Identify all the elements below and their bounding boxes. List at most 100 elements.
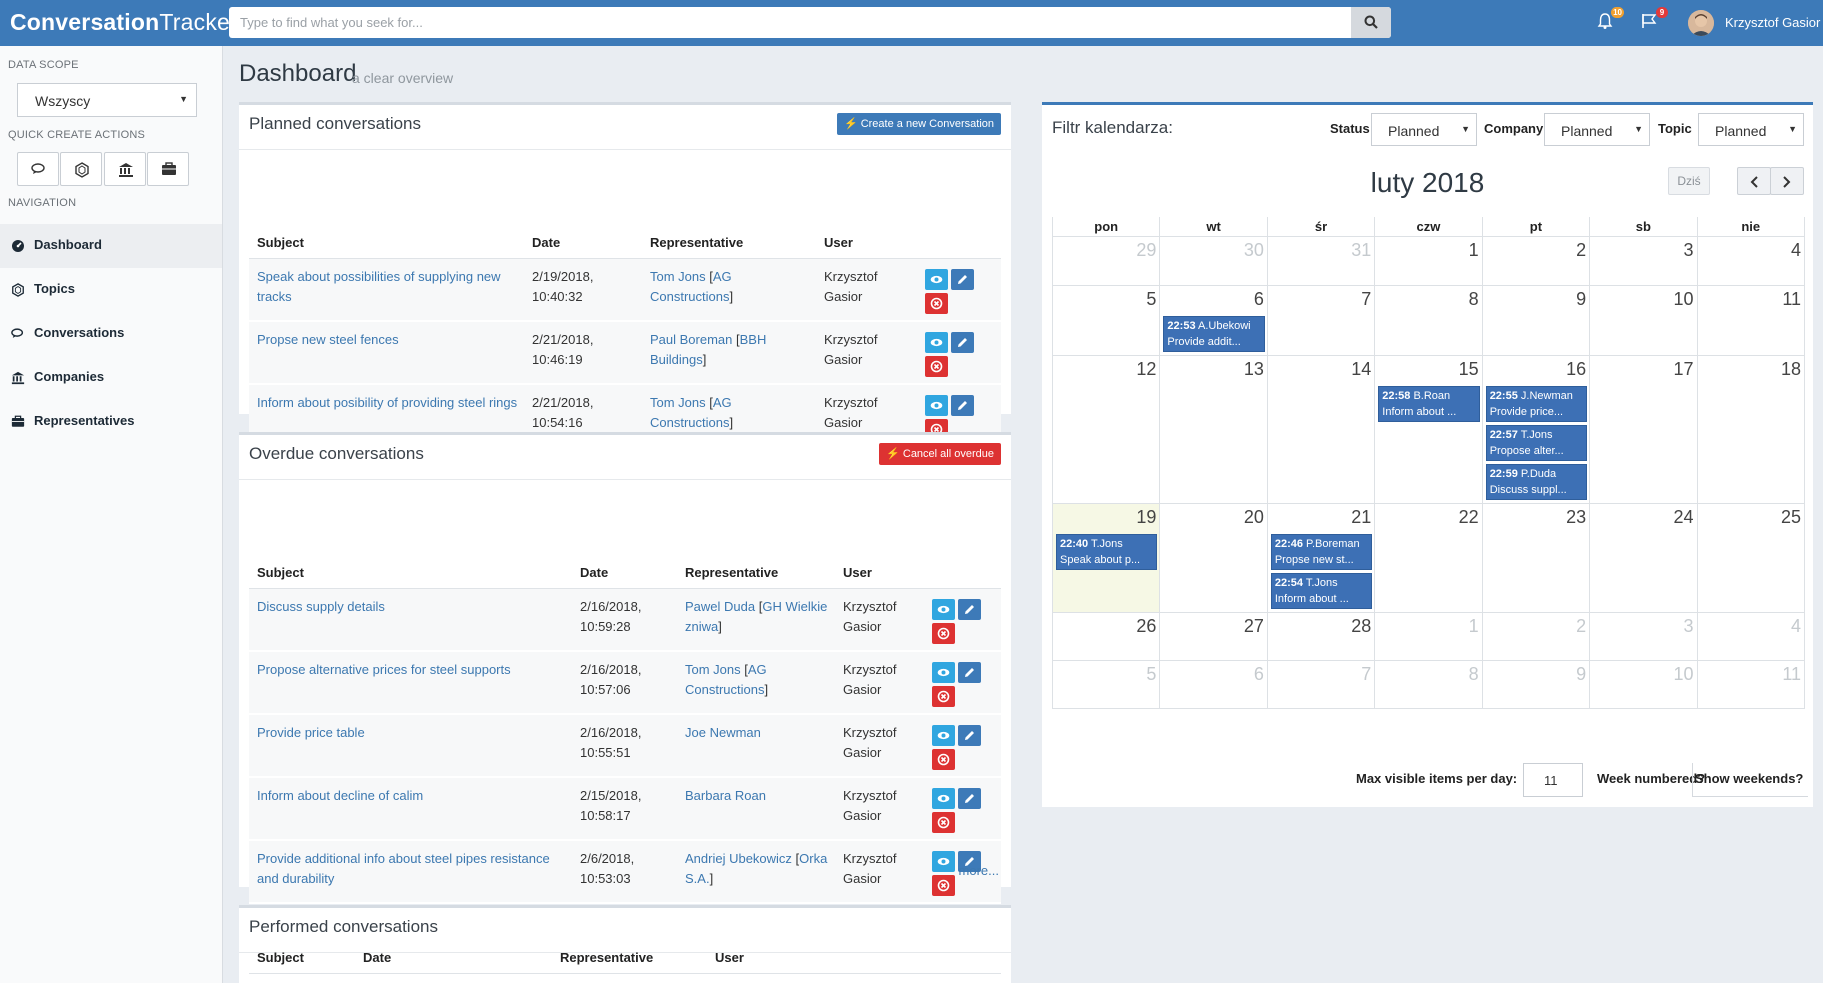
calendar-day[interactable]: 22 — [1374, 502, 1483, 613]
calendar-event[interactable]: 22:57 T.Jons Propose alter... — [1485, 424, 1588, 461]
calendar-day[interactable]: 11 — [1696, 659, 1806, 709]
calendar-day[interactable]: 25 — [1696, 502, 1806, 613]
representative-link[interactable]: Paul Boreman — [650, 332, 732, 347]
calendar-day[interactable]: 29 — [1051, 235, 1161, 286]
calendar-day[interactable]: 6 22:53 A.Ubekowi Provide addit... — [1159, 284, 1268, 356]
view-button[interactable] — [925, 395, 948, 416]
calendar-day[interactable]: 23 — [1481, 502, 1591, 613]
view-button[interactable] — [932, 851, 955, 872]
user-name[interactable]: Krzysztof Gasior — [1725, 15, 1820, 30]
quick-create-company-button[interactable] — [104, 152, 146, 186]
quick-create-representative-button[interactable] — [147, 152, 189, 186]
app-logo[interactable]: ConversationTracker — [10, 9, 238, 36]
create-conversation-button[interactable]: ⚡ Create a new Conversation — [836, 113, 1001, 135]
next-month-button[interactable] — [1770, 167, 1804, 195]
calendar-day[interactable]: 15 22:58 B.Roan Inform about ... — [1374, 354, 1483, 504]
subject-link[interactable]: Propse new steel fences — [257, 332, 399, 347]
calendar-day[interactable]: 20 — [1159, 502, 1268, 613]
view-button[interactable] — [932, 725, 955, 746]
calendar-event[interactable]: 22:40 T.Jons Speak about p... — [1056, 533, 1158, 570]
representative-link[interactable]: Tom Jons — [650, 395, 706, 410]
calendar-event[interactable]: 22:53 A.Ubekowi Provide addit... — [1163, 315, 1265, 352]
calendar-day[interactable]: 14 — [1266, 354, 1376, 504]
more-link[interactable]: more... — [959, 863, 999, 878]
edit-button[interactable] — [951, 332, 974, 353]
nav-dashboard[interactable]: Dashboard — [0, 224, 222, 268]
quick-create-topic-button[interactable] — [60, 152, 102, 186]
calendar-day[interactable]: 11 — [1696, 284, 1806, 356]
calendar-event[interactable]: 22:54 T.Jons Inform about ... — [1270, 572, 1373, 609]
messages-button[interactable]: 9 — [1640, 7, 1668, 34]
delete-button[interactable] — [932, 812, 955, 833]
delete-button[interactable] — [925, 292, 948, 314]
edit-button[interactable] — [958, 788, 981, 809]
search-button[interactable] — [1351, 7, 1391, 38]
representative-link[interactable]: Tom Jons — [650, 269, 706, 284]
calendar-day[interactable]: 1 — [1374, 611, 1483, 661]
view-button[interactable] — [932, 788, 955, 809]
calendar-day[interactable]: 27 — [1159, 611, 1268, 661]
calendar-event[interactable]: 22:59 P.Duda Discuss suppl... — [1485, 463, 1588, 500]
delete-button[interactable] — [925, 356, 948, 377]
nav-companies[interactable]: Companies — [0, 356, 222, 400]
calendar-day[interactable]: 16 22:55 J.Newman Provide price... 22:57 T.… — [1481, 354, 1591, 504]
delete-button[interactable] — [932, 686, 955, 707]
calendar-day[interactable]: 21 22:46 P.Boreman Propse new st... 22:54 T… — [1266, 502, 1376, 613]
calendar-day[interactable]: 17 — [1589, 354, 1698, 504]
nav-topics[interactable]: Topics — [0, 268, 222, 312]
topic-filter-select[interactable]: Planned ▼ — [1698, 113, 1804, 146]
calendar-day[interactable]: 12 — [1051, 354, 1161, 504]
representative-link[interactable]: Tom Jons — [685, 662, 741, 677]
calendar-day[interactable]: 4 — [1696, 611, 1806, 661]
calendar-event[interactable]: 22:55 J.Newman Provide price... — [1485, 385, 1588, 422]
calendar-day[interactable]: 28 — [1266, 611, 1376, 661]
calendar-day[interactable]: 8 — [1374, 659, 1483, 709]
subject-link[interactable]: Provide additional info about steel pipe… — [257, 851, 550, 886]
cancel-all-overdue-button[interactable]: ⚡ Cancel all overdue — [879, 443, 1001, 465]
search-input[interactable] — [229, 7, 1339, 38]
calendar-day[interactable]: 10 — [1589, 659, 1698, 709]
calendar-day[interactable]: 31 — [1266, 235, 1376, 286]
nav-conversations[interactable]: Conversations — [0, 312, 222, 356]
notifications-button[interactable]: 10 — [1596, 7, 1624, 34]
subject-link[interactable]: Provide price table — [257, 725, 365, 740]
calendar-day[interactable]: 19 22:40 T.Jons Speak about p... — [1051, 502, 1161, 613]
avatar[interactable] — [1688, 10, 1714, 36]
calendar-event[interactable]: 22:58 B.Roan Inform about ... — [1378, 385, 1480, 422]
representative-link[interactable]: Andriej Ubekowicz — [685, 851, 792, 866]
week-numbered-label[interactable]: Week numbered? — [1597, 771, 1705, 786]
calendar-day[interactable]: 5 — [1051, 659, 1161, 709]
calendar-day[interactable]: 13 — [1159, 354, 1268, 504]
subject-link[interactable]: Inform about decline of calim — [257, 788, 423, 803]
edit-button[interactable] — [958, 662, 981, 683]
calendar-day[interactable]: 4 — [1696, 235, 1806, 286]
calendar-day[interactable]: 3 — [1589, 235, 1698, 286]
nav-representatives[interactable]: Representatives — [0, 400, 222, 444]
calendar-event[interactable]: 22:46 P.Boreman Propse new st... — [1270, 533, 1373, 570]
calendar-day[interactable]: 3 — [1589, 611, 1698, 661]
calendar-day[interactable]: 2 — [1481, 235, 1591, 286]
calendar-day[interactable]: 7 — [1266, 284, 1376, 356]
edit-button[interactable] — [958, 725, 981, 746]
subject-link[interactable]: Inform about posibility of providing ste… — [257, 395, 517, 410]
data-scope-select[interactable]: Wszyscy ▼ — [17, 83, 197, 117]
delete-button[interactable] — [932, 749, 955, 770]
status-filter-select[interactable]: Planned ▼ — [1371, 113, 1477, 146]
view-button[interactable] — [925, 268, 948, 290]
calendar-day[interactable]: 2 — [1481, 611, 1591, 661]
calendar-day[interactable]: 18 — [1696, 354, 1806, 504]
calendar-day[interactable]: 30 — [1159, 235, 1268, 286]
subject-link[interactable]: Discuss supply details — [257, 599, 385, 614]
calendar-day[interactable]: 8 — [1374, 284, 1483, 356]
delete-button[interactable] — [932, 622, 955, 644]
calendar-day[interactable]: 5 — [1051, 284, 1161, 356]
today-button[interactable]: Dziś — [1668, 167, 1710, 195]
show-weekends-label[interactable]: Show weekends? — [1695, 771, 1803, 786]
calendar-day[interactable]: 24 — [1589, 502, 1698, 613]
edit-button[interactable] — [951, 268, 974, 290]
max-items-input[interactable]: 11 — [1523, 763, 1583, 797]
representative-link[interactable]: Pawel Duda — [685, 599, 755, 614]
representative-link[interactable]: Barbara Roan — [685, 788, 766, 803]
calendar-day[interactable]: 1 — [1374, 235, 1483, 286]
company-filter-select[interactable]: Planned ▼ — [1544, 113, 1650, 146]
